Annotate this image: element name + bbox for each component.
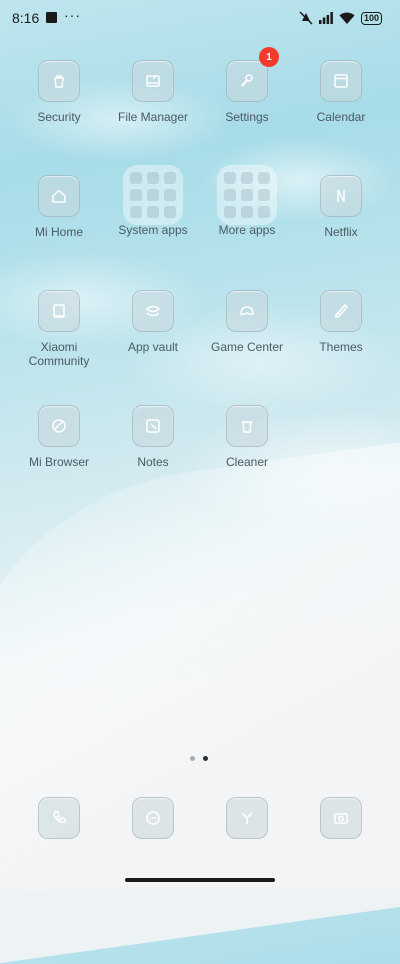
- app-label: Themes: [319, 340, 363, 354]
- camera-icon: [320, 797, 362, 839]
- dock-browser[interactable]: [197, 797, 297, 839]
- page-dot-active[interactable]: [203, 756, 208, 761]
- battery-icon: 100: [360, 11, 382, 25]
- dock-phone[interactable]: [9, 797, 109, 839]
- phone-icon: [38, 797, 80, 839]
- app-label: App vault: [127, 340, 179, 354]
- app-label: File Manager: [117, 110, 189, 124]
- app-calendar[interactable]: Calendar: [291, 60, 391, 124]
- app-label: Calendar: [316, 110, 366, 124]
- more-notifications-icon: ···: [64, 7, 81, 23]
- app-mi-browser[interactable]: Mi Browser: [9, 405, 109, 469]
- app-cleaner[interactable]: Cleaner: [197, 405, 297, 469]
- dock-camera[interactable]: [291, 797, 391, 839]
- app-security[interactable]: Security: [9, 60, 109, 124]
- browser-icon: [38, 405, 80, 447]
- folder-label: System apps: [118, 223, 188, 237]
- square-notification-icon: [46, 12, 57, 23]
- app-notes[interactable]: Notes: [103, 405, 203, 469]
- app-file-manager[interactable]: File Manager: [103, 60, 203, 124]
- home-indicator[interactable]: [125, 878, 275, 882]
- folder-more-apps[interactable]: More apps: [197, 165, 297, 237]
- app-label: Cleaner: [225, 455, 269, 469]
- security-icon: [38, 60, 80, 102]
- file-manager-icon: [132, 60, 174, 102]
- wallpaper-shore: [0, 436, 400, 964]
- home-icon: [38, 175, 80, 217]
- wifi-icon: [339, 12, 355, 24]
- folder-icon: [217, 165, 277, 225]
- status-time: 8:16: [12, 10, 40, 26]
- signal-icon: [318, 12, 333, 24]
- messages-icon: [132, 797, 174, 839]
- app-label: Mi Home: [34, 225, 83, 239]
- cleaner-icon: [226, 405, 268, 447]
- app-settings[interactable]: 1 Settings: [197, 47, 297, 124]
- app-xiaomi-community[interactable]: Xiaomi Community: [9, 290, 109, 368]
- app-label: Settings: [225, 110, 269, 124]
- app-themes[interactable]: Themes: [291, 290, 391, 354]
- folder-icon: [123, 165, 183, 225]
- app-label: Notes: [137, 455, 169, 469]
- folder-system-apps[interactable]: System apps: [103, 165, 203, 237]
- themes-icon: [320, 290, 362, 332]
- calendar-icon: [320, 60, 362, 102]
- app-label: Xiaomi Community: [28, 340, 90, 368]
- notification-badge: 1: [259, 47, 279, 67]
- app-netflix[interactable]: Netflix: [291, 175, 391, 239]
- browser-icon: [226, 797, 268, 839]
- dock-messages[interactable]: [103, 797, 203, 839]
- app-vault-icon: [132, 290, 174, 332]
- app-app-vault[interactable]: App vault: [103, 290, 203, 354]
- status-bar: 8:16 ··· 100: [0, 0, 400, 36]
- app-label: Mi Browser: [28, 455, 89, 469]
- notes-icon: [132, 405, 174, 447]
- app-game-center[interactable]: Game Center: [197, 290, 297, 354]
- app-label: Netflix: [324, 225, 358, 239]
- page-dot[interactable]: [190, 756, 195, 761]
- app-mi-home[interactable]: Mi Home: [9, 175, 109, 239]
- settings-icon: 1: [226, 47, 279, 102]
- page-indicator[interactable]: [190, 756, 208, 761]
- app-label: Security: [37, 110, 81, 124]
- mute-icon: [299, 11, 313, 25]
- community-icon: [38, 290, 80, 332]
- netflix-icon: [320, 175, 362, 217]
- folder-label: More apps: [218, 223, 276, 237]
- app-label: Game Center: [210, 340, 284, 354]
- game-center-icon: [226, 290, 268, 332]
